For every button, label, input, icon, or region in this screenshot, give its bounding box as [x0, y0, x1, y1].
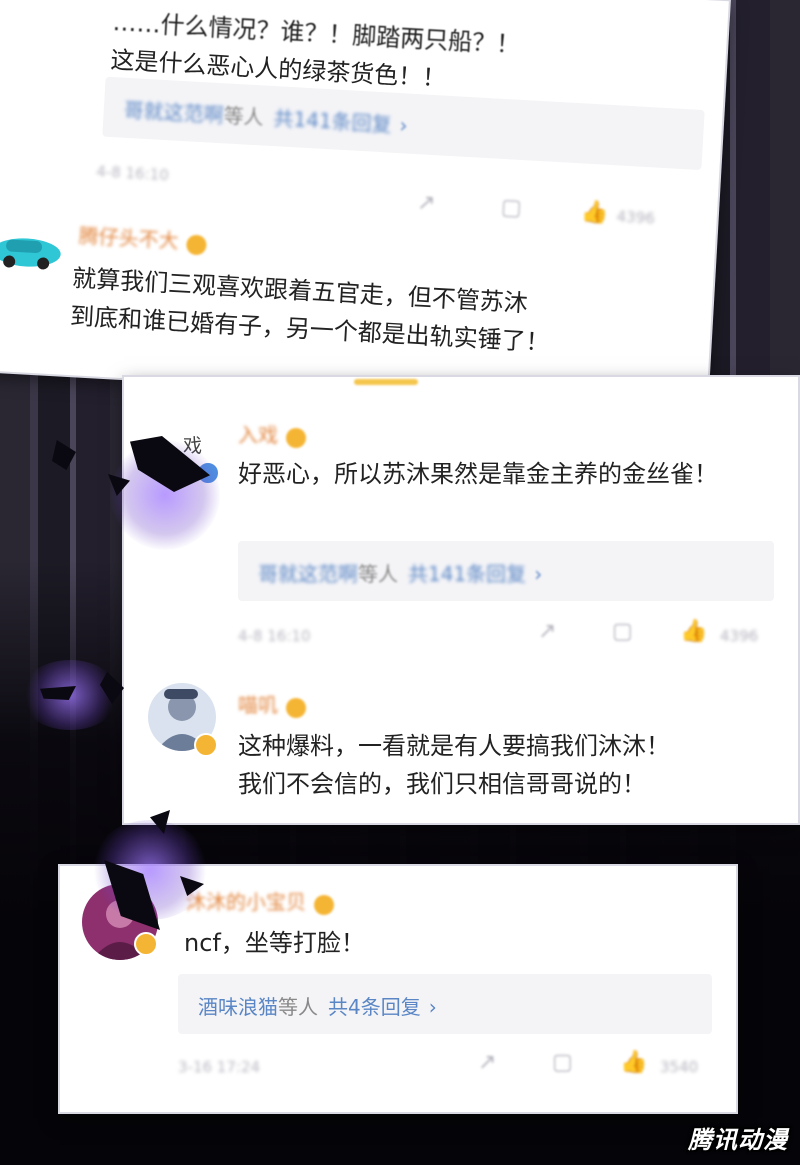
chevron-right-icon: › [398, 113, 409, 138]
reply-count[interactable]: 共4条回复 [328, 995, 421, 1019]
timestamp: 3-16 17:24 [178, 1058, 261, 1076]
avatar[interactable] [0, 210, 64, 285]
car-avatar-icon [0, 238, 61, 270]
member-badge-icon [314, 894, 334, 915]
comment-author[interactable]: 喵叽 [238, 689, 306, 718]
reply-summary[interactable]: 酒味浪猫等人 共4条回复 › [178, 974, 712, 1034]
share-icon[interactable]: ↗ [478, 1050, 496, 1075]
reply-count[interactable]: 共141条回复 [273, 106, 392, 137]
verified-icon [134, 932, 158, 956]
reply-count[interactable]: 共141条回复 [408, 562, 526, 586]
thumbs-up-icon[interactable]: 👍 [580, 199, 609, 225]
reply-mid: 等人 [278, 995, 318, 1019]
comment-line: 这种爆料，一看就是有人要搞我们沐沐！ [238, 732, 670, 760]
comment-body: 好恶心，所以苏沐果然是靠金主养的金丝雀！ [238, 460, 718, 488]
timestamp: 4-8 16:10 [238, 627, 311, 645]
like-count: 4396 [720, 627, 759, 645]
timestamp: 4-8 16:10 [95, 162, 170, 185]
member-badge-icon [286, 697, 306, 718]
reply-mid: 等人 [223, 103, 265, 130]
comment-body: 这种爆料，一看就是有人要搞我们沐沐！ 我们不会信的，我们只相信哥哥说的！ [238, 727, 670, 803]
reply-user[interactable]: 哥就这范啊 [258, 562, 358, 586]
chevron-right-icon: › [534, 562, 543, 586]
comment-icon[interactable]: ▢ [612, 619, 633, 644]
reply-mid: 等人 [358, 562, 398, 586]
member-badge-icon [185, 233, 207, 256]
comment-icon[interactable]: ▢ [500, 195, 522, 221]
like-count: 3540 [660, 1058, 699, 1076]
comment-author[interactable]: 腾仔头不大 [78, 219, 207, 256]
comment-panel-top: ……什么情况？谁？！脚踏两只船？！ 这是什么恶心人的绿茶货色！！ 哥就这范啊等人… [0, 0, 729, 411]
reply-summary[interactable]: 哥就这范啊等人 共141条回复 › [238, 541, 774, 601]
comment-author[interactable]: 入戏 [238, 419, 306, 448]
member-badge-icon [286, 427, 306, 448]
username[interactable]: 腾仔头不大 [78, 223, 179, 253]
username[interactable]: 入戏 [238, 423, 278, 447]
reply-user[interactable]: 哥就这范啊 [123, 98, 224, 128]
username[interactable]: 沐沐的小宝贝 [186, 890, 306, 914]
comment-body: ncf，坐等打脸！ [184, 929, 365, 957]
verified-icon [194, 733, 218, 757]
comment-panel-middle: 入 戏 入戏 好恶心，所以苏沐果然是靠金主养的金丝雀！ 哥就这范啊等人共141条… [124, 377, 798, 823]
thumbs-up-icon[interactable]: 👍 [620, 1050, 647, 1075]
chevron-right-icon: › [428, 995, 437, 1019]
comment-icon[interactable]: ▢ [552, 1050, 573, 1075]
reply-user[interactable]: 酒味浪猫 [198, 995, 278, 1019]
comment-line: 我们不会信的，我们只相信哥哥说的！ [238, 770, 646, 798]
share-icon[interactable]: ↗ [416, 190, 436, 216]
username[interactable]: 喵叽 [238, 693, 278, 717]
comment-author[interactable]: 沐沐的小宝贝 [186, 886, 334, 915]
tab-indicator [354, 379, 418, 385]
comment-body: 就算我们三观喜欢跟着五官走，但不管苏沐 到底和谁已婚有子，另一个都是出轨实锤了！ [69, 259, 552, 362]
like-count: 4396 [616, 207, 656, 228]
share-icon[interactable]: ↗ [538, 619, 556, 644]
watermark-logo: 腾讯动漫 [688, 1126, 788, 1154]
thumbs-up-icon[interactable]: 👍 [680, 619, 707, 644]
